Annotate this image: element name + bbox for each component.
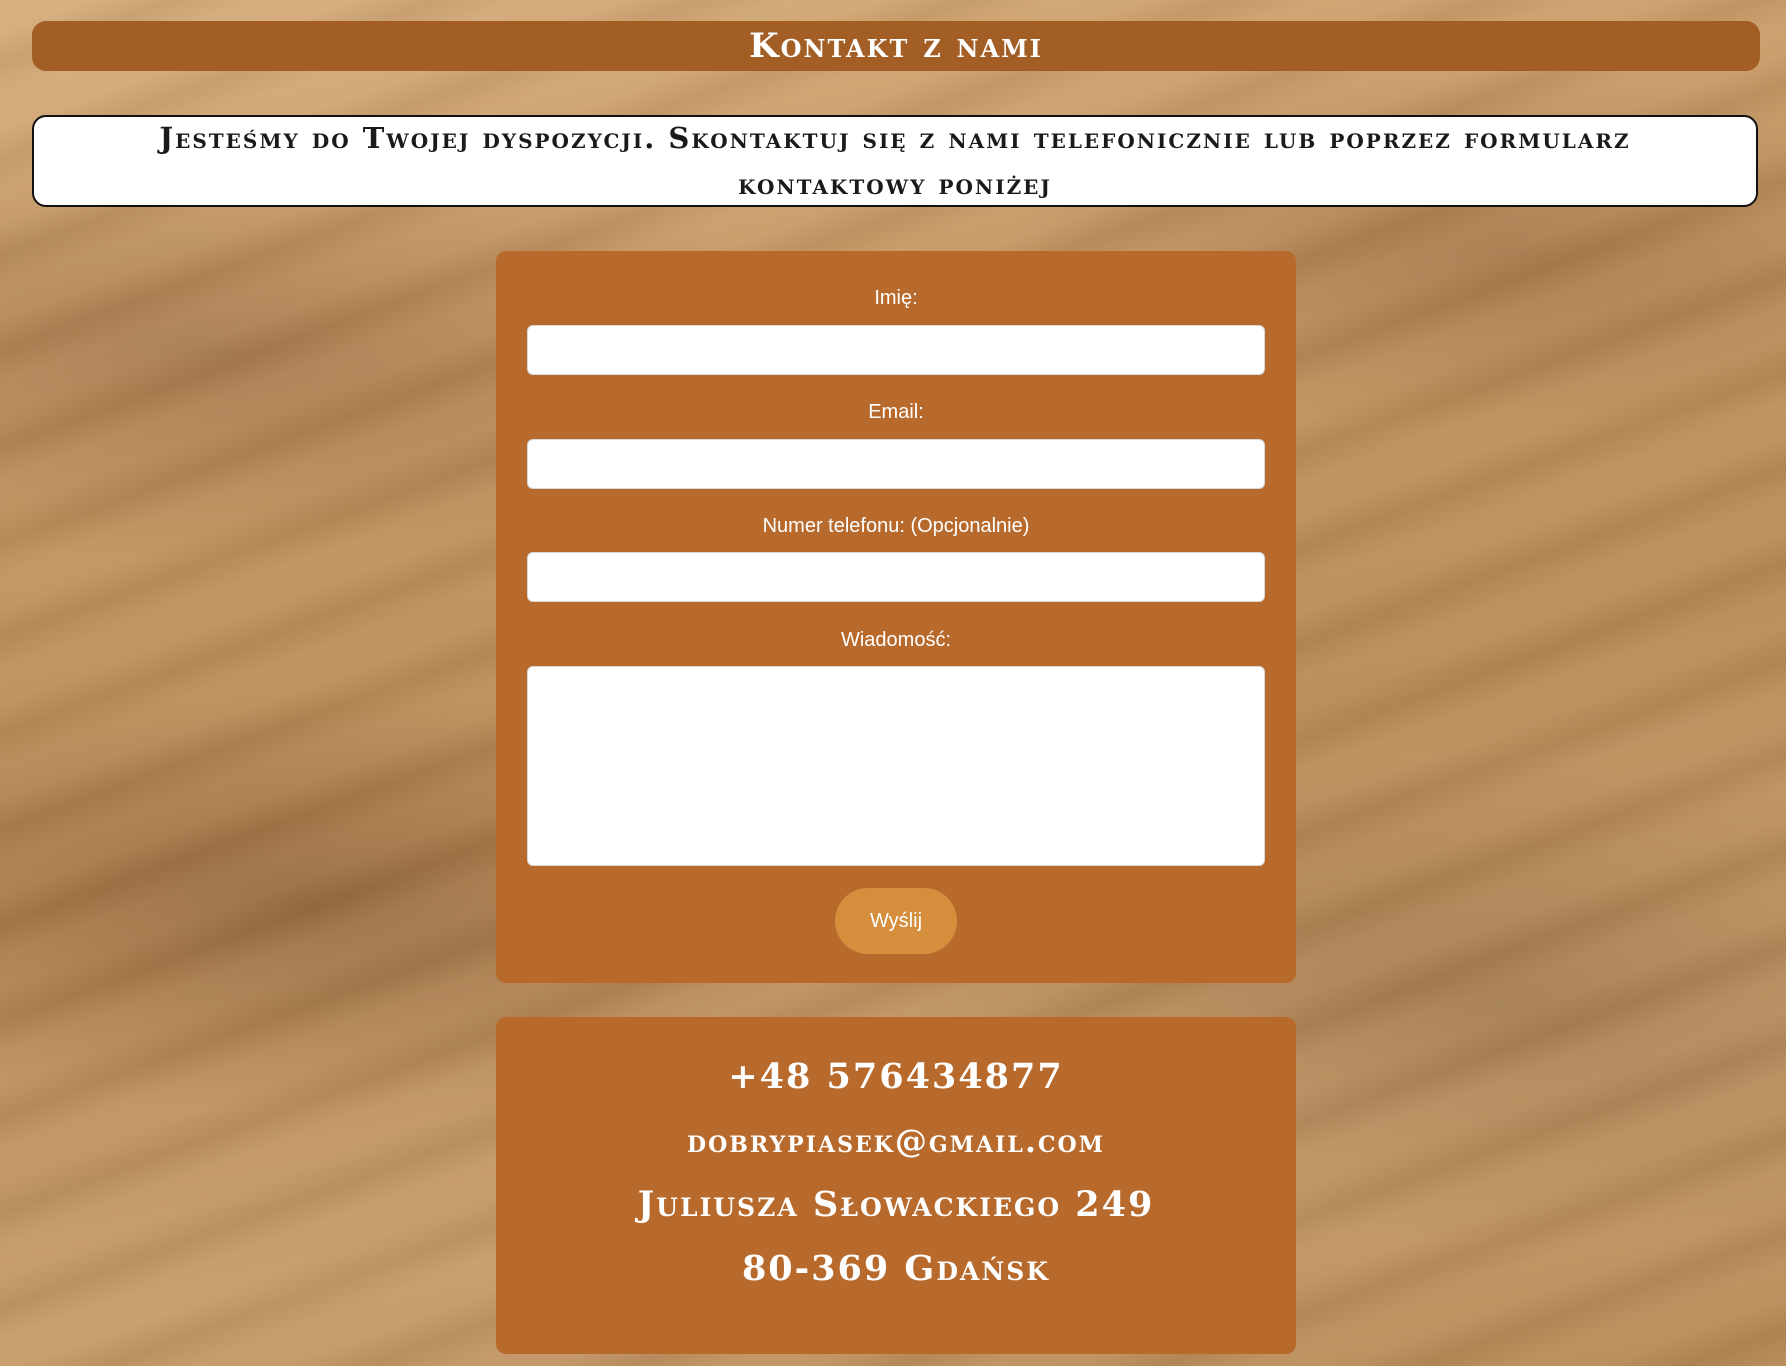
contact-email: dobrypiasek@gmail.com xyxy=(687,1122,1105,1160)
intro-text: Jesteśmy do Twojej dyspozycji. Skontaktu… xyxy=(159,121,1631,201)
email-input[interactable] xyxy=(527,439,1265,489)
email-label: Email: xyxy=(868,401,924,423)
name-label: Imię: xyxy=(874,287,918,309)
name-input[interactable] xyxy=(527,325,1265,375)
page-title: Kontakt z nami xyxy=(32,21,1760,71)
phone-input[interactable] xyxy=(527,552,1265,602)
intro-box: Jesteśmy do Twojej dyspozycji. Skontaktu… xyxy=(32,115,1758,207)
contact-phone: +48 576434877 xyxy=(728,1056,1064,1097)
contact-form: Imię: Email: Numer telefonu: (Opcjonalni… xyxy=(496,251,1296,983)
message-label: Wiadomość: xyxy=(840,629,952,651)
message-textarea[interactable] xyxy=(527,666,1265,866)
contact-city: 80-369 Gdańsk xyxy=(741,1248,1051,1289)
phone-label: Numer telefonu: (Opcjonalnie) xyxy=(762,515,1030,537)
contact-info-panel: +48 576434877 dobrypiasek@gmail.com Juli… xyxy=(496,1017,1296,1354)
submit-button[interactable]: Wyślij xyxy=(835,888,957,954)
contact-street: Juliusza Słowackiego 249 xyxy=(637,1184,1155,1225)
